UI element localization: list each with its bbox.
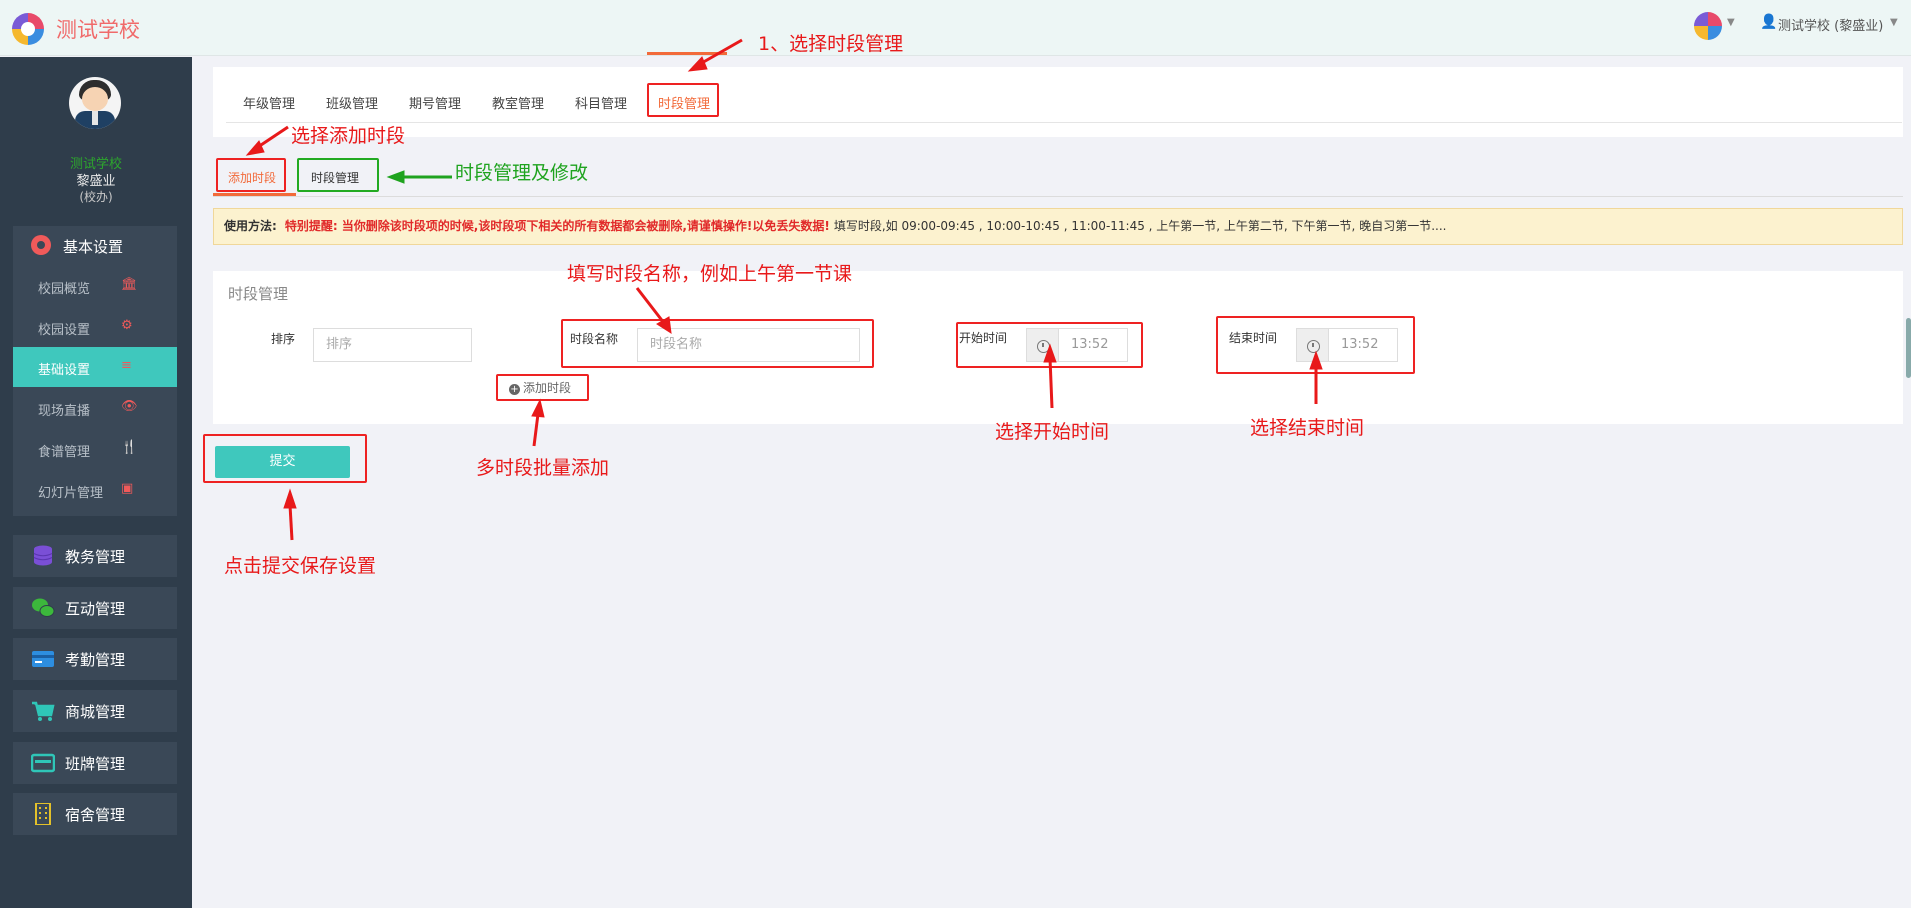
annotation-batch-add: 多时段批量添加	[476, 457, 610, 479]
notice-text: 填写时段,如 09:00-09:45 , 10:00-10:45 , 11:00…	[833, 219, 1447, 233]
top-header: 测试学校 ▼ 👤 测试学校 (黎盛业) ▼	[0, 0, 1911, 56]
image-icon: ▣	[121, 481, 134, 496]
tab-period-number[interactable]: 期号管理	[409, 93, 461, 112]
sidebar-item-recipes[interactable]: 食谱管理 🍴	[13, 429, 177, 469]
annotation-pick-start: 选择开始时间	[995, 421, 1110, 443]
notice-label: 使用方法:	[224, 219, 277, 233]
usage-notice: 使用方法: 特别提醒: 当你删除该时段项的时候,该时段项下相关的所有数据都会被删除…	[213, 208, 1903, 245]
cutlery-icon: 🍴	[121, 440, 138, 455]
menu-attendance[interactable]: 考勤管理	[13, 638, 177, 680]
avatar	[69, 77, 121, 129]
highlight-add-subtab	[216, 158, 286, 192]
school-logo-icon[interactable]	[12, 13, 44, 45]
list-icon: ≡	[121, 358, 132, 373]
menu-basic-settings[interactable]: 基本设置	[13, 226, 177, 266]
menu-dormitory[interactable]: 宿舍管理	[13, 793, 177, 835]
annotation-manage-edit: 时段管理及修改	[455, 162, 589, 184]
board-icon	[31, 753, 55, 773]
sort-label: 排序	[271, 332, 296, 346]
highlight-name-field	[561, 319, 874, 368]
menu-academic[interactable]: 教务管理	[13, 535, 177, 577]
menu-mall[interactable]: 商城管理	[13, 690, 177, 732]
highlight-add-link	[496, 374, 589, 401]
sidebar-item-campus-overview[interactable]: 校园概览 🏛	[13, 266, 177, 306]
tabs-card: 年级管理 班级管理 期号管理 教室管理 科目管理 时段管理	[213, 67, 1903, 137]
user-menu[interactable]: 测试学校 (黎盛业)	[1778, 15, 1883, 34]
annotation-step1: 1、选择时段管理	[758, 33, 904, 55]
menu-interaction[interactable]: 互动管理	[13, 587, 177, 629]
subtabs-divider	[213, 196, 1903, 197]
sidebar-item-campus-settings[interactable]: 校园设置 ⚙	[13, 307, 177, 347]
tab-subject[interactable]: 科目管理	[575, 93, 627, 112]
tab-class[interactable]: 班级管理	[326, 93, 378, 112]
sidebar-item-live[interactable]: 现场直播 👁	[13, 388, 177, 428]
sidebar-item-slides[interactable]: 幻灯片管理 ▣	[13, 470, 177, 510]
chevron-down-icon[interactable]: ▼	[1890, 17, 1898, 28]
highlight-time-slot-tab	[647, 83, 719, 117]
eye-icon: 👁	[121, 399, 138, 414]
highlight-end-time	[1216, 316, 1415, 374]
sidebar: 测试学校 黎盛业 (校办) 基本设置 校园概览 🏛 校园设置 ⚙ 基础设置 ≡ …	[0, 57, 192, 908]
chevron-down-icon[interactable]: ▼	[1727, 17, 1735, 28]
header-avatar[interactable]	[1694, 12, 1722, 40]
building-icon	[35, 803, 51, 825]
tab-grade[interactable]: 年级管理	[243, 93, 295, 112]
tabs-divider	[226, 122, 1902, 123]
notice-warning: 特别提醒: 当你删除该时段项的时候,该时段项下相关的所有数据都会被删除,请谨慎操…	[284, 219, 830, 233]
form-title: 时段管理	[228, 285, 289, 303]
user-display-name: 黎盛业	[76, 174, 116, 189]
basic-settings-menu: 基本设置 校园概览 🏛 校园设置 ⚙ 基础设置 ≡ 现场直播 👁 食谱管理 🍴 …	[13, 226, 177, 516]
highlight-manage-subtab	[297, 158, 379, 192]
wechat-icon	[32, 598, 55, 617]
user-icon: 👤	[1760, 14, 1778, 30]
highlight-submit	[203, 434, 367, 483]
database-icon	[33, 545, 53, 566]
highlight-start-time	[956, 322, 1143, 368]
tab-classroom[interactable]: 教室管理	[492, 93, 544, 112]
annotation-pick-end: 选择结束时间	[1250, 417, 1365, 439]
active-tab-indicator	[647, 52, 727, 55]
scrollbar-handle[interactable]	[1906, 318, 1911, 378]
sort-input[interactable]: 排序	[313, 328, 472, 362]
annotation-fill-name: 填写时段名称，例如上午第一节课	[567, 263, 853, 285]
annotation-save: 点击提交保存设置	[224, 555, 377, 577]
gear-icon	[31, 235, 51, 255]
user-role: (校办)	[79, 190, 113, 204]
card-icon	[32, 651, 54, 667]
gear-icon: ⚙	[121, 318, 133, 333]
sidebar-item-basic-settings[interactable]: 基础设置 ≡	[13, 347, 177, 387]
bank-icon: 🏛	[121, 277, 138, 292]
cart-icon	[32, 701, 55, 721]
annotation-select-add: 选择添加时段	[291, 125, 406, 147]
brand-title[interactable]: 测试学校	[56, 14, 140, 44]
menu-class-board[interactable]: 班牌管理	[13, 742, 177, 784]
